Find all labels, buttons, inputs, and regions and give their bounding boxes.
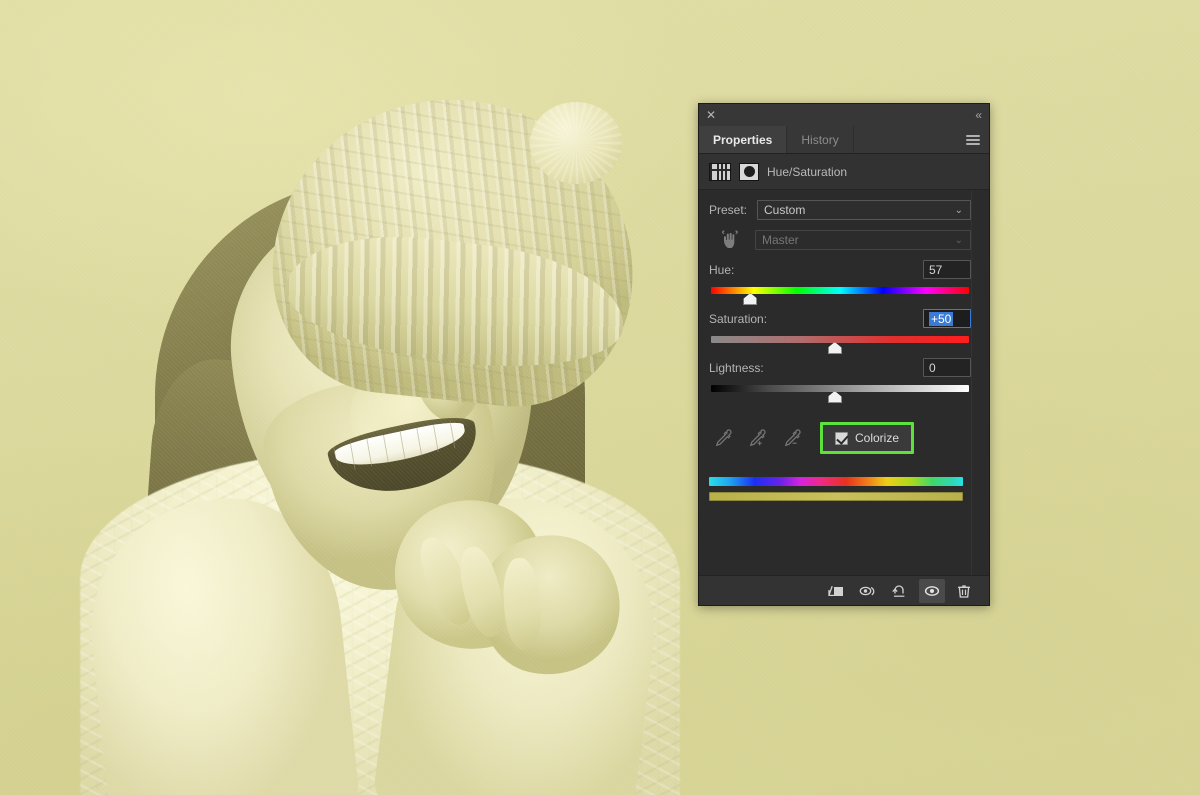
saturation-slider-thumb[interactable] bbox=[827, 342, 842, 354]
saturation-gradient-track[interactable] bbox=[711, 336, 969, 343]
chevron-down-icon: ⌄ bbox=[954, 204, 963, 216]
toggle-previous-state-button[interactable] bbox=[855, 579, 881, 603]
lightness-slider-head: Lightness: 0 bbox=[709, 358, 971, 377]
eyedropper-row: Colorize bbox=[709, 419, 971, 457]
portrait-photo bbox=[60, 30, 700, 795]
preset-value: Custom bbox=[764, 203, 806, 217]
add-to-sample-eyedropper[interactable] bbox=[744, 425, 774, 451]
hue-slider-group: Hue: 57 bbox=[709, 260, 971, 305]
menu-line-2 bbox=[966, 138, 980, 141]
output-color-bar[interactable] bbox=[709, 492, 963, 501]
reset-adjustment-button[interactable] bbox=[887, 579, 913, 603]
saturation-slider-head: Saturation: +50 bbox=[709, 309, 971, 328]
preset-select[interactable]: Custom ⌄ bbox=[757, 200, 971, 220]
menu-line-3 bbox=[966, 142, 980, 145]
hue-value: 57 bbox=[929, 262, 943, 277]
sample-color-eyedropper[interactable] bbox=[709, 425, 739, 451]
tab-history[interactable]: History bbox=[787, 126, 854, 153]
hue-value-input[interactable]: 57 bbox=[923, 260, 971, 279]
tab-properties-label: Properties bbox=[713, 132, 773, 147]
preset-label: Preset: bbox=[709, 203, 748, 217]
properties-panel[interactable]: ✕ « Properties History Hue/Saturation Pr… bbox=[698, 103, 990, 606]
channel-value: Master bbox=[762, 233, 799, 247]
spectrum-bars bbox=[709, 477, 971, 501]
panel-body: Preset: Custom ⌄ Master ⌄ Hue: 57 Satura… bbox=[699, 190, 989, 575]
delete-adjustment-layer-button[interactable] bbox=[951, 579, 977, 603]
hue-saturation-icon bbox=[709, 162, 731, 181]
tab-row-spacer bbox=[854, 126, 966, 153]
saturation-slider-group: Saturation: +50 bbox=[709, 309, 971, 354]
saturation-track-wrap[interactable] bbox=[709, 334, 971, 354]
subtract-from-sample-eyedropper[interactable] bbox=[779, 425, 809, 451]
hue-track-wrap[interactable] bbox=[709, 285, 971, 305]
colorize-checkbox[interactable] bbox=[835, 431, 848, 445]
menu-line-1 bbox=[966, 134, 980, 137]
close-icon[interactable]: ✕ bbox=[706, 109, 716, 121]
preset-row: Preset: Custom ⌄ bbox=[709, 200, 971, 220]
collapse-panel-icon[interactable]: « bbox=[975, 109, 982, 121]
tab-history-label: History bbox=[801, 132, 839, 147]
image-canvas[interactable] bbox=[0, 0, 1200, 795]
panel-inner-divider bbox=[971, 190, 972, 575]
saturation-value: +50 bbox=[929, 311, 954, 326]
saturation-label: Saturation: bbox=[709, 311, 768, 326]
saturation-value-input[interactable]: +50 bbox=[923, 309, 971, 328]
layer-mask-thumbnail[interactable] bbox=[739, 162, 759, 181]
toggle-layer-visibility-button[interactable] bbox=[919, 578, 945, 603]
panel-menu-icon[interactable] bbox=[966, 134, 980, 145]
adjustment-header: Hue/Saturation bbox=[699, 154, 989, 190]
lightness-slider-thumb[interactable] bbox=[827, 391, 842, 403]
lightness-track-wrap[interactable] bbox=[709, 383, 971, 403]
input-hue-spectrum-bar[interactable] bbox=[709, 477, 963, 486]
channel-row: Master ⌄ bbox=[709, 229, 971, 251]
panel-footer bbox=[699, 575, 989, 605]
mask-dot bbox=[743, 166, 755, 177]
beanie-pompom bbox=[530, 102, 622, 184]
tab-properties[interactable]: Properties bbox=[699, 126, 788, 153]
colorize-highlight-box[interactable]: Colorize bbox=[820, 422, 915, 454]
panel-tab-row: Properties History bbox=[699, 126, 989, 154]
lightness-value-input[interactable]: 0 bbox=[923, 358, 971, 377]
on-image-adjustment-hand-icon[interactable] bbox=[717, 229, 743, 251]
hue-slider-head: Hue: 57 bbox=[709, 260, 971, 279]
panel-titlebar: ✕ « bbox=[699, 104, 989, 126]
hue-label: Hue: bbox=[709, 262, 735, 277]
chevron-down-icon: ⌄ bbox=[954, 234, 963, 246]
pompom-texture bbox=[530, 102, 622, 184]
hue-slider-thumb[interactable] bbox=[743, 293, 758, 305]
lightness-gradient-track[interactable] bbox=[711, 385, 969, 392]
lightness-value: 0 bbox=[929, 360, 936, 375]
adjustment-title: Hue/Saturation bbox=[767, 164, 848, 179]
channel-select[interactable]: Master ⌄ bbox=[755, 230, 971, 250]
clip-to-layer-button[interactable] bbox=[823, 579, 849, 603]
colorize-label: Colorize bbox=[855, 431, 900, 445]
hue-gradient-track[interactable] bbox=[711, 287, 969, 294]
lightness-slider-group: Lightness: 0 bbox=[709, 358, 971, 403]
lightness-label: Lightness: bbox=[709, 360, 764, 375]
